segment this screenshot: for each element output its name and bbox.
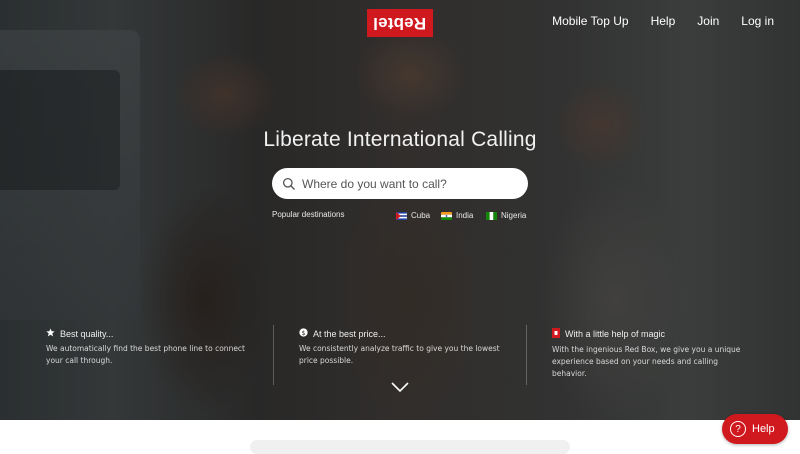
feature-magic: With a little help of magic With the ing…	[552, 328, 752, 380]
destination-label: India	[456, 211, 474, 220]
feature-best-quality: Best quality... We automatically find th…	[46, 328, 246, 367]
india-flag-icon	[441, 211, 452, 220]
help-chat-button[interactable]: ? Help	[722, 414, 788, 444]
destination-label: Cuba	[411, 211, 431, 220]
feature-divider	[526, 325, 527, 385]
help-button-label: Help	[752, 423, 775, 435]
chevron-down-icon[interactable]	[390, 380, 410, 393]
feature-best-price: $ At the best price... We consistently a…	[299, 328, 504, 367]
feature-title: Best quality...	[60, 328, 114, 339]
hero-headline: Liberate International Calling	[263, 128, 537, 151]
destination-india[interactable]: India	[441, 211, 473, 220]
feature-title: At the best price...	[313, 328, 386, 339]
red-box-icon	[552, 328, 560, 340]
nav-log-in[interactable]: Log in	[741, 14, 774, 28]
cuba-flag-icon	[396, 211, 407, 220]
feature-description: We automatically find the best phone lin…	[46, 344, 245, 365]
svg-text:$: $	[301, 330, 305, 337]
popular-destinations-label: Popular destinations	[272, 210, 345, 219]
search-box[interactable]	[272, 168, 528, 199]
card-top-edge	[250, 440, 570, 454]
feature-title: With a little help of magic	[565, 329, 666, 339]
feature-divider	[273, 325, 274, 385]
search-input[interactable]	[300, 175, 514, 192]
price-icon: $	[299, 328, 308, 339]
top-nav: Mobile Top Up Help Join Log in	[552, 14, 774, 28]
nav-help[interactable]: Help	[651, 14, 676, 28]
feature-description: With the ingenious Red Box, we give you …	[552, 345, 741, 378]
destination-nigeria[interactable]: Nigeria	[486, 211, 526, 220]
destination-cuba[interactable]: Cuba	[396, 211, 430, 220]
search-icon	[282, 177, 296, 191]
nav-mobile-top-up[interactable]: Mobile Top Up	[552, 14, 629, 28]
rebtel-logo[interactable]: Rebtel	[367, 9, 433, 37]
feature-description: We consistently analyze traffic to give …	[299, 344, 500, 365]
nigeria-flag-icon	[486, 211, 497, 220]
destination-label: Nigeria	[501, 211, 527, 220]
nav-join[interactable]: Join	[697, 14, 719, 28]
star-icon	[46, 328, 55, 339]
hero-section: Rebtel Mobile Top Up Help Join Log in Li…	[0, 0, 800, 420]
question-icon: ?	[730, 421, 746, 437]
